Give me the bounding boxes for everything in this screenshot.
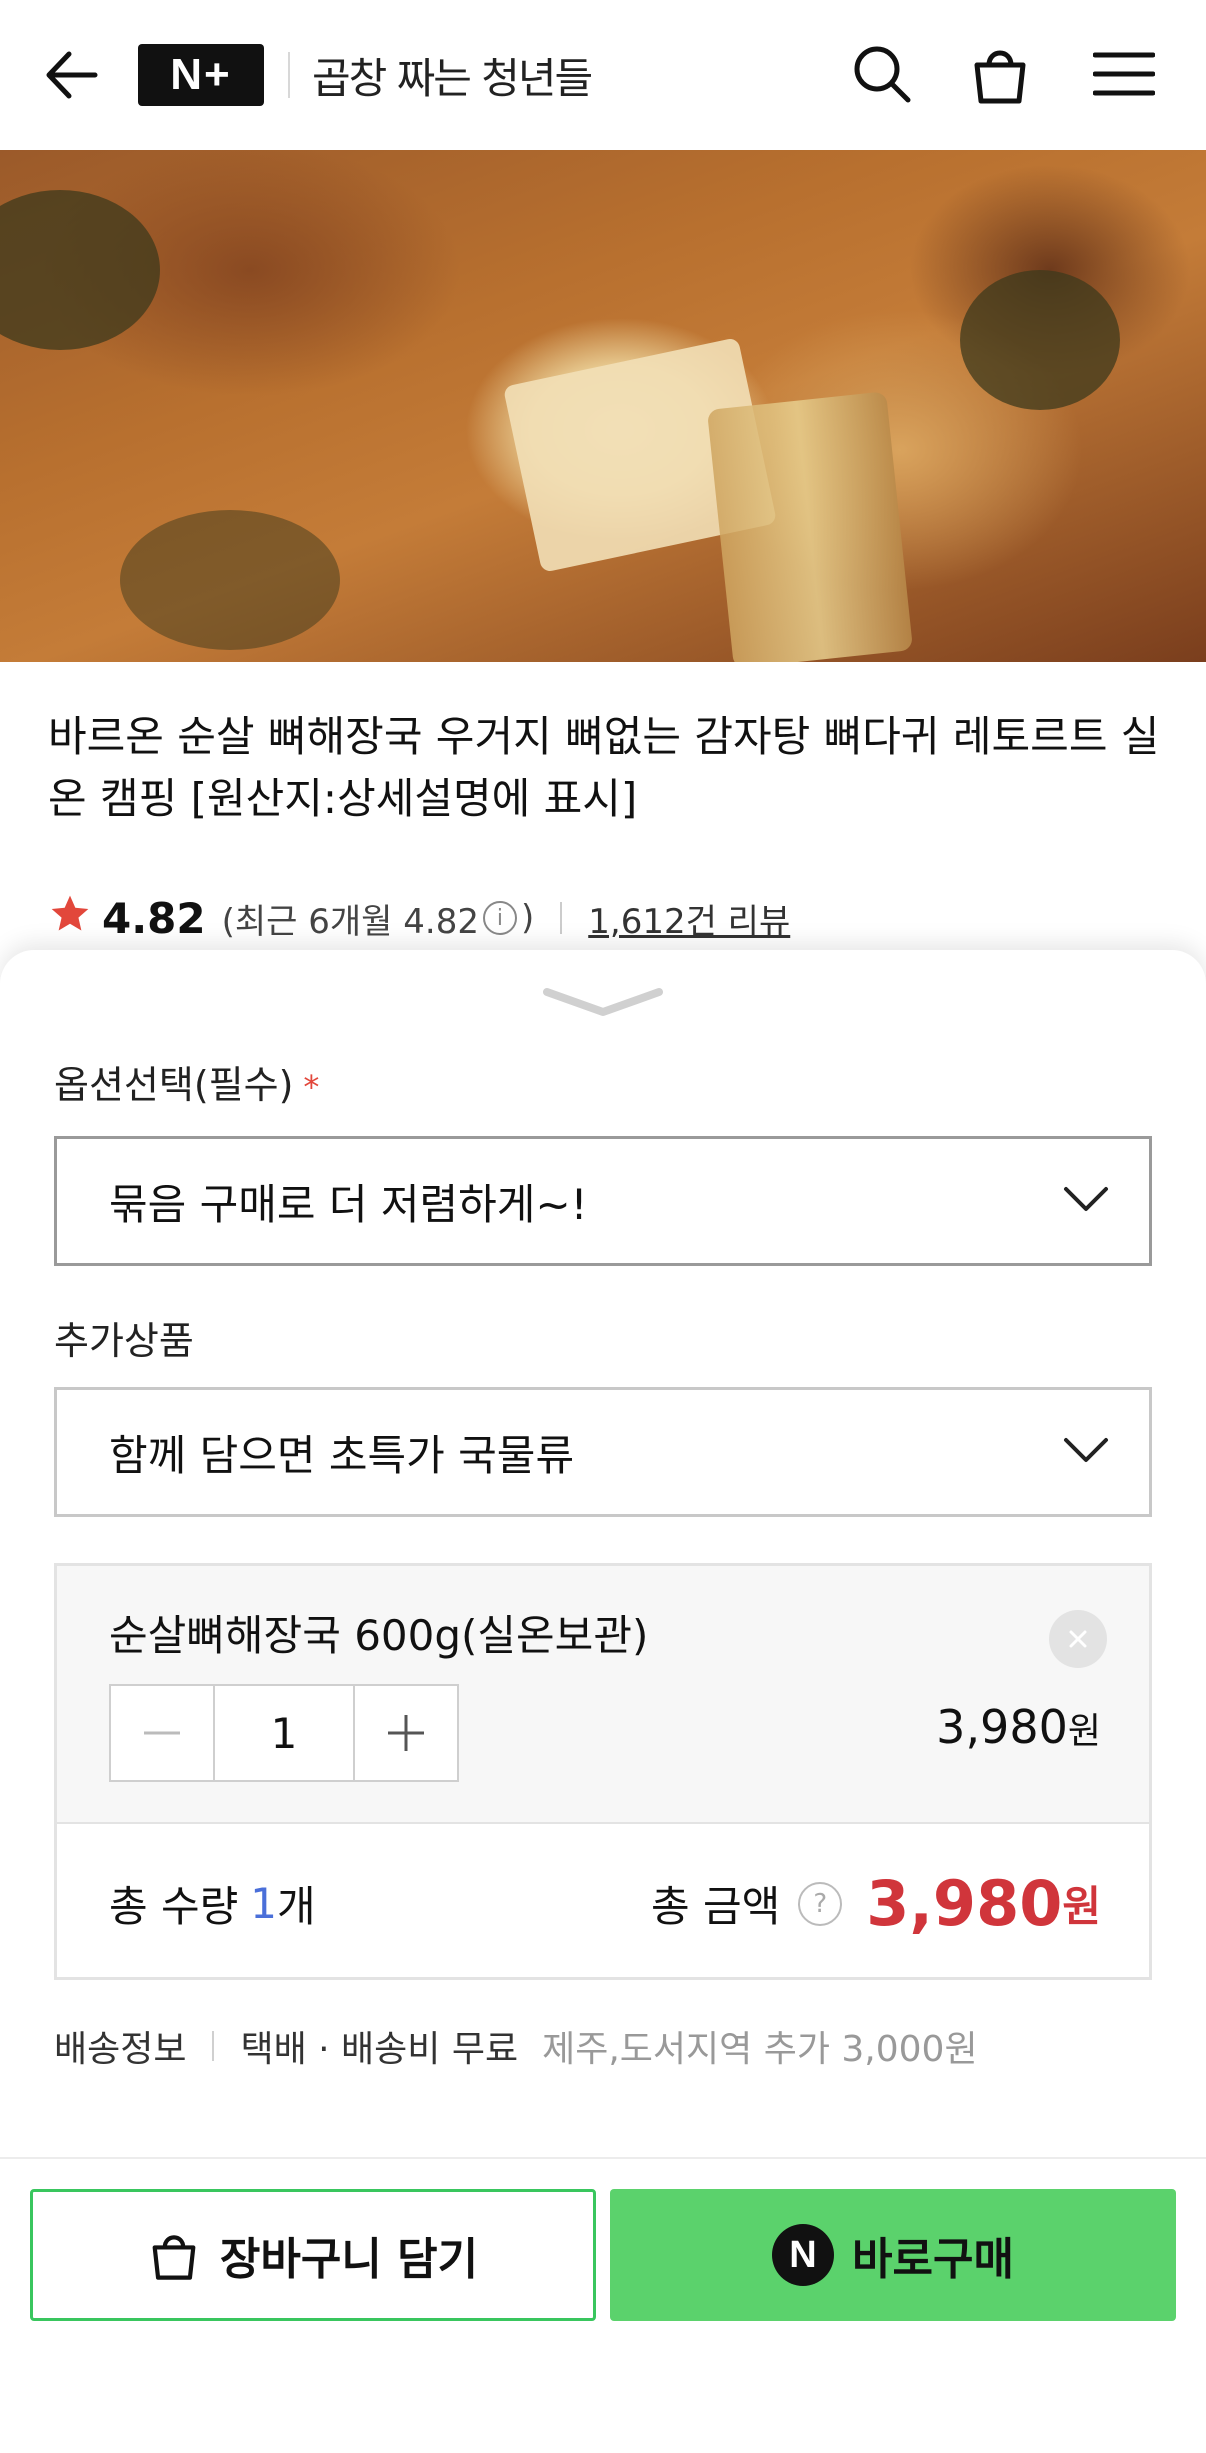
total-quantity: 총 수량 1 개 bbox=[109, 1824, 316, 1983]
naver-pay-icon: N bbox=[772, 2224, 835, 2286]
brand-logo[interactable]: 곱창 짜는 청년들 bbox=[312, 40, 593, 110]
selected-item-box: 순살뼈해장국 600g(실온보관) 1 3,980원 총 수량 1 개 총 금액… bbox=[54, 1563, 1152, 1980]
naver-plus-logo[interactable]: N+ bbox=[138, 44, 264, 106]
buy-now-label: 바로구매 bbox=[852, 2234, 1014, 2285]
product-title: 바르온 순살 뼈해장국 우거지 뼈없는 감자탕 뼈다귀 레토르트 실온 캠핑 [… bbox=[48, 712, 1160, 823]
close-icon[interactable] bbox=[1049, 1610, 1107, 1668]
rating-row: 4.82 (최근 6개월 4.82 i ) 1,612건 리뷰 bbox=[48, 888, 790, 948]
recent-rating-close: ) bbox=[520, 898, 535, 938]
shipping-method: 택배 · 배송비 무료 bbox=[240, 2029, 519, 2070]
total-amount: 총 금액 ? 3,980 원 bbox=[651, 1824, 1101, 1983]
shopping-bag-icon bbox=[148, 2229, 200, 2281]
shipping-info: 배송정보 택배 · 배송비 무료 제주,도서지역 추가 3,000원 bbox=[54, 2020, 978, 2072]
option-select[interactable]: 묶음 구매로 더 저렴하게~! bbox=[54, 1136, 1152, 1266]
add-to-cart-label: 장바구니 담기 bbox=[219, 2234, 479, 2285]
header-divider bbox=[288, 52, 290, 98]
chevron-down-icon[interactable] bbox=[541, 982, 665, 1026]
minus-button[interactable] bbox=[111, 1686, 213, 1780]
add-to-cart-button[interactable]: 장바구니 담기 bbox=[30, 2189, 596, 2321]
star-icon bbox=[48, 892, 92, 945]
product-image[interactable]: 1 / 12 bbox=[0, 150, 1206, 662]
total-amount-value: 3,980 bbox=[866, 1867, 1063, 1940]
required-mark: * bbox=[303, 1068, 320, 1106]
recent-rating-text: (최근 6개월 4.82 bbox=[221, 901, 479, 942]
bottom-action-bar: 장바구니 담기 N 바로구매 bbox=[0, 2157, 1206, 2453]
total-quantity-unit: 개 bbox=[277, 1882, 316, 1931]
option-select-value: 묶음 구매로 더 저렴하게~! bbox=[109, 1179, 588, 1229]
selected-item-name: 순살뼈해장국 600g(실온보관) bbox=[109, 1611, 649, 1660]
option-label-text: 옵션선택(필수) bbox=[54, 1063, 294, 1107]
image-detail bbox=[120, 510, 340, 650]
arrow-left-icon[interactable] bbox=[34, 40, 108, 110]
shipping-extra-fee: 제주,도서지역 추가 3,000원 bbox=[542, 2029, 978, 2070]
total-quantity-label: 총 수량 bbox=[109, 1882, 239, 1931]
totals-row: 총 수량 1 개 총 금액 ? 3,980 원 bbox=[57, 1824, 1149, 1983]
total-quantity-value: 1 bbox=[250, 1879, 278, 1928]
option-label: 옵션선택(필수) * bbox=[54, 1054, 319, 1109]
help-icon[interactable]: ? bbox=[798, 1881, 843, 1926]
rating-divider bbox=[560, 902, 563, 934]
review-count-link[interactable]: 1,612건 리뷰 bbox=[588, 894, 790, 943]
addon-label: 추가상품 bbox=[54, 1319, 194, 1363]
shopping-bag-icon[interactable] bbox=[964, 38, 1036, 110]
item-price-currency: 원 bbox=[1067, 1711, 1101, 1752]
image-detail bbox=[706, 391, 914, 662]
item-price: 3,980원 bbox=[936, 1700, 1101, 1754]
image-detail bbox=[0, 190, 160, 350]
addon-select-value: 함께 담으면 초특가 국물류 bbox=[109, 1430, 575, 1480]
addon-select[interactable]: 함께 담으면 초특가 국물류 bbox=[54, 1387, 1152, 1517]
minus-icon bbox=[144, 1731, 180, 1735]
info-icon[interactable]: i bbox=[482, 901, 517, 935]
shipping-divider bbox=[212, 2031, 215, 2061]
quantity-value[interactable]: 1 bbox=[213, 1686, 355, 1780]
rating-score: 4.82 bbox=[102, 893, 206, 943]
buy-now-button[interactable]: N 바로구매 bbox=[610, 2189, 1176, 2321]
hamburger-menu-icon[interactable] bbox=[1084, 38, 1164, 110]
plus-button[interactable] bbox=[355, 1686, 457, 1780]
search-icon[interactable] bbox=[846, 38, 918, 110]
item-price-value: 3,980 bbox=[936, 1700, 1068, 1754]
top-header: N+ 곱창 짜는 청년들 bbox=[0, 0, 1206, 150]
chevron-down-icon bbox=[1063, 1435, 1109, 1469]
image-detail bbox=[960, 270, 1120, 410]
selected-item: 순살뼈해장국 600g(실온보관) 1 3,980원 bbox=[57, 1566, 1149, 1824]
quantity-stepper: 1 bbox=[109, 1684, 459, 1782]
total-amount-label: 총 금액 bbox=[650, 1882, 781, 1931]
total-amount-currency: 원 bbox=[1062, 1882, 1101, 1931]
shipping-label: 배송정보 bbox=[54, 2029, 187, 2070]
chevron-down-icon bbox=[1063, 1184, 1109, 1218]
plus-icon bbox=[388, 1715, 424, 1751]
